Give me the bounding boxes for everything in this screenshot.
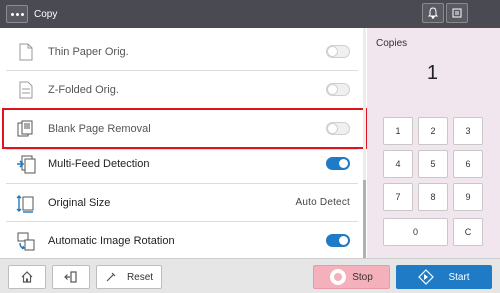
title-bar: Copy bbox=[0, 0, 500, 28]
reset-label: Reset bbox=[126, 271, 154, 283]
list-scrollbar-thumb[interactable] bbox=[363, 180, 366, 258]
setting-original-size[interactable]: Original Size Auto Detect bbox=[6, 184, 358, 221]
thin-paper-toggle[interactable] bbox=[326, 45, 350, 58]
original-size-icon bbox=[14, 191, 38, 215]
stop-button[interactable]: Stop bbox=[313, 265, 390, 289]
key-5[interactable]: 5 bbox=[418, 150, 448, 178]
copies-panel: Copies 1 1 2 3 4 5 6 7 8 9 0 C bbox=[367, 28, 500, 258]
image-rotation-icon bbox=[14, 229, 38, 253]
setting-label: Original Size bbox=[48, 196, 111, 209]
reset-icon bbox=[106, 272, 116, 282]
key-0[interactable]: 0 bbox=[383, 218, 448, 246]
z-folded-icon bbox=[14, 78, 38, 102]
copies-count: 1 bbox=[426, 62, 438, 84]
key-6[interactable]: 6 bbox=[453, 150, 483, 178]
setting-label: Automatic Image Rotation bbox=[48, 234, 175, 247]
logout-button[interactable] bbox=[52, 265, 90, 289]
key-9[interactable]: 9 bbox=[453, 183, 483, 211]
bottom-bar: Reset Stop Start bbox=[0, 258, 500, 293]
logout-icon bbox=[64, 271, 77, 283]
setting-label: Z-Folded Orig. bbox=[48, 83, 119, 96]
thin-paper-icon bbox=[14, 40, 38, 64]
stop-icon bbox=[330, 269, 347, 285]
setting-label: Thin Paper Orig. bbox=[48, 45, 129, 58]
device-status-icon[interactable] bbox=[446, 3, 468, 23]
key-2[interactable]: 2 bbox=[418, 117, 448, 145]
key-3[interactable]: 3 bbox=[453, 117, 483, 145]
image-rotation-toggle[interactable] bbox=[326, 234, 350, 247]
original-size-value: Auto Detect bbox=[295, 197, 350, 208]
setting-label: Multi-Feed Detection bbox=[48, 157, 150, 170]
start-button[interactable]: Start bbox=[396, 265, 492, 289]
setting-thin-paper[interactable]: Thin Paper Orig. bbox=[6, 33, 358, 70]
home-button[interactable] bbox=[8, 265, 46, 289]
stop-label: Stop bbox=[352, 271, 373, 283]
key-4[interactable]: 4 bbox=[383, 150, 413, 178]
start-label: Start bbox=[448, 271, 470, 283]
home-icon bbox=[21, 271, 33, 283]
setting-z-folded[interactable]: Z-Folded Orig. bbox=[6, 71, 358, 108]
app-title: Copy bbox=[34, 8, 58, 20]
setting-multi-feed-detection[interactable]: Multi-Feed Detection bbox=[6, 145, 358, 182]
key-7[interactable]: 7 bbox=[383, 183, 413, 211]
reset-button[interactable]: Reset bbox=[96, 265, 162, 289]
z-folded-toggle[interactable] bbox=[326, 83, 350, 96]
start-icon bbox=[418, 269, 435, 285]
blank-page-removal-highlight bbox=[2, 108, 367, 149]
multi-feed-icon bbox=[14, 152, 38, 176]
more-icon[interactable] bbox=[6, 5, 28, 23]
key-1[interactable]: 1 bbox=[383, 117, 413, 145]
key-clear[interactable]: C bbox=[453, 218, 483, 246]
key-8[interactable]: 8 bbox=[418, 183, 448, 211]
multi-feed-toggle[interactable] bbox=[326, 157, 350, 170]
setting-automatic-image-rotation[interactable]: Automatic Image Rotation bbox=[6, 222, 358, 258]
bell-icon[interactable] bbox=[422, 3, 444, 23]
copies-label: Copies bbox=[376, 38, 408, 49]
